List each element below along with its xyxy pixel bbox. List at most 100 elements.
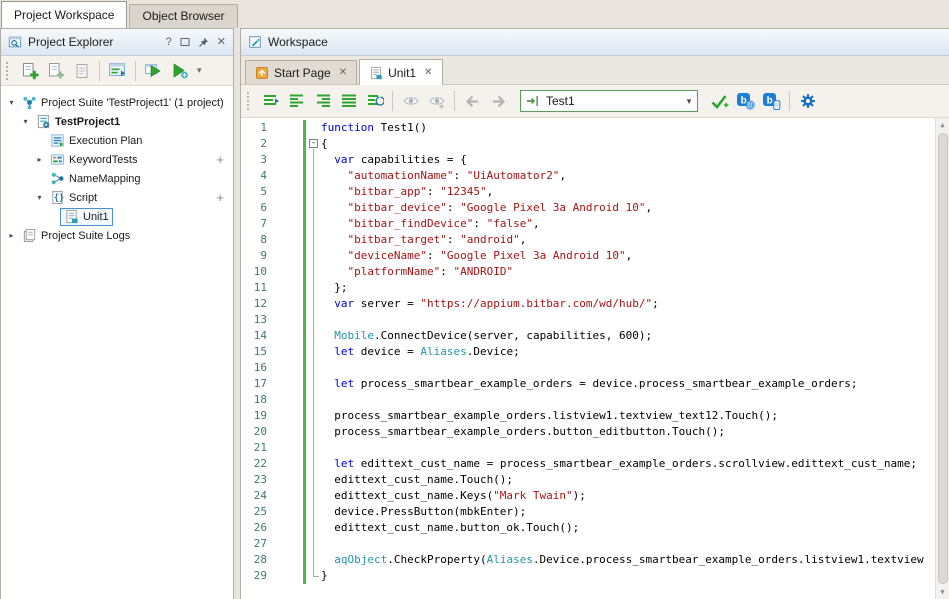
line-number[interactable]: 2 xyxy=(241,136,267,152)
line-number[interactable]: 27 xyxy=(241,536,267,552)
tree-item-testproject1[interactable]: ▾TestProject1 xyxy=(1,112,233,131)
code-line-11[interactable]: }; xyxy=(321,280,935,296)
routine-selector[interactable]: Test1 ▾ xyxy=(520,90,698,112)
line-number[interactable]: 15 xyxy=(241,344,267,360)
scroll-down-icon[interactable]: ▼ xyxy=(936,585,949,599)
code-line-13[interactable] xyxy=(321,312,935,328)
tree-item-execution-plan[interactable]: Execution Plan xyxy=(1,131,233,150)
chevron-expanded-icon[interactable]: ▾ xyxy=(5,98,18,107)
format-code-button[interactable] xyxy=(258,89,283,114)
quick-watch-button[interactable] xyxy=(424,89,449,114)
chevron-down-icon[interactable]: ▾ xyxy=(681,91,697,111)
editor-settings-button[interactable] xyxy=(795,89,820,114)
line-number[interactable]: 17 xyxy=(241,376,267,392)
line-number[interactable]: 22 xyxy=(241,456,267,472)
scrollbar-thumb[interactable] xyxy=(938,133,948,584)
line-number[interactable]: 11 xyxy=(241,280,267,296)
chevron-expanded-icon[interactable]: ▾ xyxy=(33,193,46,202)
code-line-1[interactable]: function Test1() xyxy=(321,120,935,136)
tree-item-project-suite-logs[interactable]: ▸Project Suite Logs xyxy=(1,226,233,245)
chevron-collapsed-icon[interactable]: ▸ xyxy=(33,155,46,164)
add-existing-item-button[interactable] xyxy=(43,58,68,83)
line-number[interactable]: 25 xyxy=(241,504,267,520)
navigate-back-button[interactable] xyxy=(460,89,485,114)
tree-item-unit1[interactable]: Unit1 xyxy=(1,207,233,226)
code-line-7[interactable]: "bitbar_findDevice": "false", xyxy=(321,216,935,232)
code-line-14[interactable]: Mobile.ConnectDevice(server, capabilitie… xyxy=(321,328,935,344)
line-number[interactable]: 23 xyxy=(241,472,267,488)
code-line-4[interactable]: "automationName": "UiAutomator2", xyxy=(321,168,935,184)
line-number[interactable]: 26 xyxy=(241,520,267,536)
tab-unit1[interactable]: Unit1 ✕ xyxy=(359,59,442,85)
code-line-8[interactable]: "bitbar_target": "android", xyxy=(321,232,935,248)
code-line-27[interactable] xyxy=(321,536,935,552)
align-justify-button[interactable] xyxy=(336,89,361,114)
line-number[interactable]: 3 xyxy=(241,152,267,168)
organize-tests-button[interactable] xyxy=(105,58,130,83)
code-line-29[interactable]: } xyxy=(321,568,935,584)
code-line-6[interactable]: "bitbar_device": "Google Pixel 3a Androi… xyxy=(321,200,935,216)
line-number[interactable]: 7 xyxy=(241,216,267,232)
line-number[interactable]: 29 xyxy=(241,568,267,584)
line-number[interactable]: 12 xyxy=(241,296,267,312)
code-line-24[interactable]: edittext_cust_name.Keys("Mark Twain"); xyxy=(321,488,935,504)
code-line-21[interactable] xyxy=(321,440,935,456)
window-position-icon[interactable] xyxy=(180,37,190,47)
code-line-17[interactable]: let process_smartbear_example_orders = d… xyxy=(321,376,935,392)
collapse-fold-icon[interactable]: - xyxy=(309,139,318,148)
gutter[interactable]: 1234567891011121314151617181920212223242… xyxy=(241,118,303,599)
reformat-code-button[interactable] xyxy=(362,89,387,114)
line-number[interactable]: 6 xyxy=(241,200,267,216)
code-line-15[interactable]: let device = Aliases.Device; xyxy=(321,344,935,360)
chevron-down-icon[interactable]: ▾ xyxy=(193,65,206,76)
line-number[interactable]: 24 xyxy=(241,488,267,504)
line-number[interactable]: 4 xyxy=(241,168,267,184)
auto-hide-pin-icon[interactable] xyxy=(198,37,209,48)
line-number[interactable]: 28 xyxy=(241,552,267,568)
line-number[interactable]: 8 xyxy=(241,232,267,248)
add-child-item-button[interactable]: + xyxy=(216,152,224,167)
run-project-suite-button[interactable] xyxy=(167,58,192,83)
line-number[interactable]: 5 xyxy=(241,184,267,200)
line-number[interactable]: 20 xyxy=(241,424,267,440)
code-line-10[interactable]: "platformName": "ANDROID" xyxy=(321,264,935,280)
run-project-button[interactable] xyxy=(141,58,166,83)
code-line-22[interactable]: let edittext_cust_name = process_smartbe… xyxy=(321,456,935,472)
code-line-3[interactable]: var capabilities = { xyxy=(321,152,935,168)
chevron-expanded-icon[interactable]: ▾ xyxy=(19,117,32,126)
code-line-23[interactable]: edittext_cust_name.Touch(); xyxy=(321,472,935,488)
tree-item-keywordtests[interactable]: ▸KeywordTests+ xyxy=(1,150,233,169)
add-child-item-button[interactable]: + xyxy=(216,190,224,205)
line-number[interactable]: 10 xyxy=(241,264,267,280)
code-line-12[interactable]: var server = "https://appium.bitbar.com/… xyxy=(321,296,935,312)
line-number[interactable]: 14 xyxy=(241,328,267,344)
tree-item-script[interactable]: ▾{}Script+ xyxy=(1,188,233,207)
tree-item-project-suite-testproject1-1-project[interactable]: ▾Project Suite 'TestProject1' (1 project… xyxy=(1,93,233,112)
navigate-forward-button[interactable] xyxy=(486,89,511,114)
line-number[interactable]: 1 xyxy=(241,120,267,136)
code-line-19[interactable]: process_smartbear_example_orders.listvie… xyxy=(321,408,935,424)
line-number[interactable]: 9 xyxy=(241,248,267,264)
code-line-16[interactable] xyxy=(321,360,935,376)
close-tab-icon[interactable]: ✕ xyxy=(424,67,432,78)
help-icon[interactable]: ? xyxy=(166,37,172,48)
line-number[interactable]: 19 xyxy=(241,408,267,424)
code-line-9[interactable]: "deviceName": "Google Pixel 3a Android 1… xyxy=(321,248,935,264)
remove-item-button[interactable] xyxy=(69,58,94,83)
line-number[interactable]: 13 xyxy=(241,312,267,328)
tab-object-browser[interactable]: Object Browser xyxy=(129,4,237,28)
close-tab-icon[interactable]: ✕ xyxy=(339,67,347,78)
run-in-browser-button[interactable]: b xyxy=(733,89,758,114)
scroll-up-icon[interactable]: ▲ xyxy=(936,118,949,132)
add-new-item-button[interactable] xyxy=(17,58,42,83)
code-line-26[interactable]: edittext_cust_name.button_ok.Touch(); xyxy=(321,520,935,536)
line-number[interactable]: 16 xyxy=(241,360,267,376)
chevron-collapsed-icon[interactable]: ▸ xyxy=(5,231,18,240)
tree-item-namemapping[interactable]: NameMapping xyxy=(1,169,233,188)
tab-project-workspace[interactable]: Project Workspace xyxy=(1,1,127,28)
close-panel-icon[interactable]: ✕ xyxy=(217,37,226,48)
line-number[interactable]: 18 xyxy=(241,392,267,408)
syntax-check-button[interactable] xyxy=(707,89,732,114)
align-left-button[interactable] xyxy=(284,89,309,114)
run-on-device-button[interactable]: b xyxy=(759,89,784,114)
